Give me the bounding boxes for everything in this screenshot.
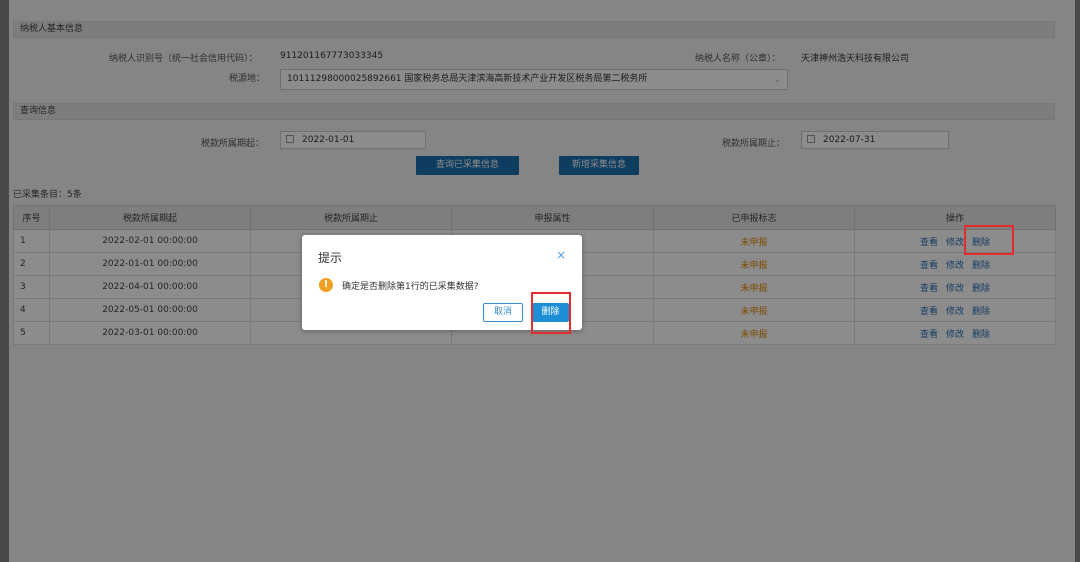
dialog-title: 提示 [318, 251, 343, 265]
highlight-box-delete-link [964, 225, 1014, 255]
highlight-box-confirm-button [531, 292, 571, 334]
warning-icon: ! [319, 278, 333, 292]
cancel-button[interactable]: 取消 [483, 303, 523, 322]
close-icon[interactable]: × [556, 248, 566, 262]
dialog-message: 确定是否删除第1行的已采集数据? [342, 282, 479, 292]
